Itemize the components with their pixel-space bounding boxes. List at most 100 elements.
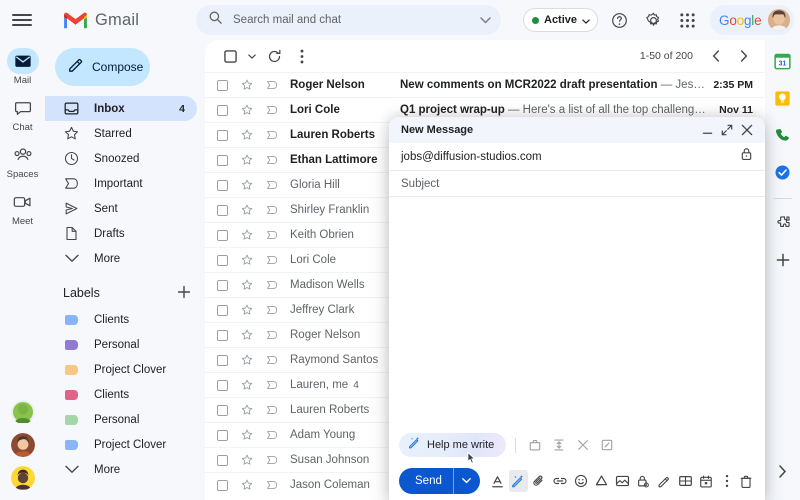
- star-icon[interactable]: [240, 404, 254, 416]
- sidebar-item-more[interactable]: More: [45, 246, 197, 271]
- trash-icon[interactable]: [736, 470, 755, 492]
- table-row[interactable]: Roger Nelson New comments on MCR2022 draf…: [205, 72, 765, 97]
- select-all-caret-icon[interactable]: [245, 43, 259, 69]
- important-marker-icon[interactable]: [265, 204, 279, 216]
- row-checkbox[interactable]: [217, 429, 228, 441]
- search-options-icon[interactable]: [480, 11, 491, 29]
- recipient-field[interactable]: jobs@diffusion-studios.com: [389, 143, 765, 171]
- star-icon[interactable]: [240, 179, 254, 191]
- star-icon[interactable]: [240, 229, 254, 241]
- important-marker-icon[interactable]: [265, 304, 279, 316]
- rail-item-spaces[interactable]: Spaces: [0, 142, 45, 180]
- table-icon[interactable]: [676, 470, 695, 492]
- sidebar-label-item-4[interactable]: Personal: [45, 407, 197, 432]
- rail-item-mail[interactable]: Mail: [0, 48, 45, 86]
- star-icon[interactable]: [240, 129, 254, 141]
- select-all-checkbox[interactable]: [217, 43, 243, 69]
- emoji-icon[interactable]: [571, 470, 590, 492]
- refresh-icon[interactable]: [261, 43, 287, 69]
- keep-icon[interactable]: [770, 85, 796, 111]
- shorten-icon[interactable]: [571, 434, 595, 456]
- addons-icon[interactable]: [770, 210, 796, 236]
- rail-item-meet[interactable]: Meet: [0, 189, 45, 227]
- row-checkbox[interactable]: [217, 79, 228, 91]
- more-vertical-icon[interactable]: [289, 43, 315, 69]
- row-checkbox[interactable]: [217, 329, 228, 341]
- important-marker-icon[interactable]: [265, 404, 279, 416]
- important-marker-icon[interactable]: [265, 379, 279, 391]
- compose-body[interactable]: [389, 197, 765, 428]
- compose-button[interactable]: Compose: [55, 48, 150, 86]
- row-checkbox[interactable]: [217, 279, 228, 291]
- link-icon[interactable]: [551, 470, 570, 492]
- row-checkbox[interactable]: [217, 204, 228, 216]
- star-icon[interactable]: [240, 329, 254, 341]
- confidential-icon[interactable]: [634, 470, 653, 492]
- next-page-icon[interactable]: [731, 43, 757, 69]
- format-text-icon[interactable]: [488, 470, 507, 492]
- important-marker-icon[interactable]: [265, 104, 279, 116]
- star-icon[interactable]: [240, 379, 254, 391]
- formalize-icon[interactable]: [523, 434, 547, 456]
- signature-icon[interactable]: [655, 470, 674, 492]
- row-checkbox[interactable]: [217, 454, 228, 466]
- row-checkbox[interactable]: [217, 154, 228, 166]
- sidebar-label-item-1[interactable]: Personal: [45, 332, 197, 357]
- important-marker-icon[interactable]: [265, 454, 279, 466]
- expand-icon[interactable]: [717, 120, 737, 140]
- sidebar-label-item-2[interactable]: Project Clover: [45, 357, 197, 382]
- star-icon[interactable]: [240, 479, 254, 491]
- help-me-write-button[interactable]: Help me write: [399, 433, 507, 457]
- important-marker-icon[interactable]: [265, 129, 279, 141]
- star-icon[interactable]: [240, 354, 254, 366]
- drive-icon[interactable]: [592, 470, 611, 492]
- important-marker-icon[interactable]: [265, 254, 279, 266]
- row-checkbox[interactable]: [217, 479, 228, 491]
- gear-icon[interactable]: [640, 7, 666, 33]
- star-icon[interactable]: [240, 104, 254, 116]
- tasks-icon[interactable]: [770, 159, 796, 185]
- subject-field[interactable]: Subject: [389, 171, 765, 197]
- sidebar-label-item-0[interactable]: Clients: [45, 307, 197, 332]
- compose-header[interactable]: New Message: [389, 117, 765, 143]
- row-checkbox[interactable]: [217, 354, 228, 366]
- gmail-logo[interactable]: Gmail: [62, 10, 182, 30]
- sidebar-item-important[interactable]: Important: [45, 171, 197, 196]
- star-icon[interactable]: [240, 279, 254, 291]
- important-marker-icon[interactable]: [265, 179, 279, 191]
- account-switcher[interactable]: Google: [710, 5, 795, 35]
- row-checkbox[interactable]: [217, 179, 228, 191]
- lock-icon[interactable]: [740, 147, 753, 166]
- plus-icon[interactable]: [177, 285, 191, 302]
- star-icon[interactable]: [240, 204, 254, 216]
- sidebar-label-item-more[interactable]: More: [45, 457, 197, 482]
- row-checkbox[interactable]: [217, 304, 228, 316]
- avatar[interactable]: [768, 9, 791, 31]
- important-marker-icon[interactable]: [265, 154, 279, 166]
- star-icon[interactable]: [240, 79, 254, 91]
- close-icon[interactable]: [737, 120, 757, 140]
- send-options-icon[interactable]: [453, 478, 480, 484]
- sidebar-item-snoozed[interactable]: Snoozed: [45, 146, 197, 171]
- magic-pen-icon[interactable]: [508, 470, 528, 492]
- row-checkbox[interactable]: [217, 404, 228, 416]
- row-checkbox[interactable]: [217, 229, 228, 241]
- important-marker-icon[interactable]: [265, 229, 279, 241]
- important-marker-icon[interactable]: [265, 354, 279, 366]
- rail-item-chat[interactable]: Chat: [0, 95, 45, 133]
- attach-icon[interactable]: [530, 470, 549, 492]
- important-marker-icon[interactable]: [265, 329, 279, 341]
- star-icon[interactable]: [240, 154, 254, 166]
- apps-grid-icon[interactable]: [674, 7, 700, 33]
- contacts-icon[interactable]: [770, 122, 796, 148]
- search-input[interactable]: Search mail and chat: [196, 5, 501, 35]
- elaborate-icon[interactable]: [547, 434, 571, 456]
- calendar-icon[interactable]: 31: [770, 48, 796, 74]
- schedule-icon[interactable]: [696, 470, 715, 492]
- important-marker-icon[interactable]: [265, 79, 279, 91]
- main-menu-icon[interactable]: [12, 10, 32, 30]
- important-marker-icon[interactable]: [265, 429, 279, 441]
- important-marker-icon[interactable]: [265, 479, 279, 491]
- star-icon[interactable]: [240, 254, 254, 266]
- minimize-icon[interactable]: [697, 120, 717, 140]
